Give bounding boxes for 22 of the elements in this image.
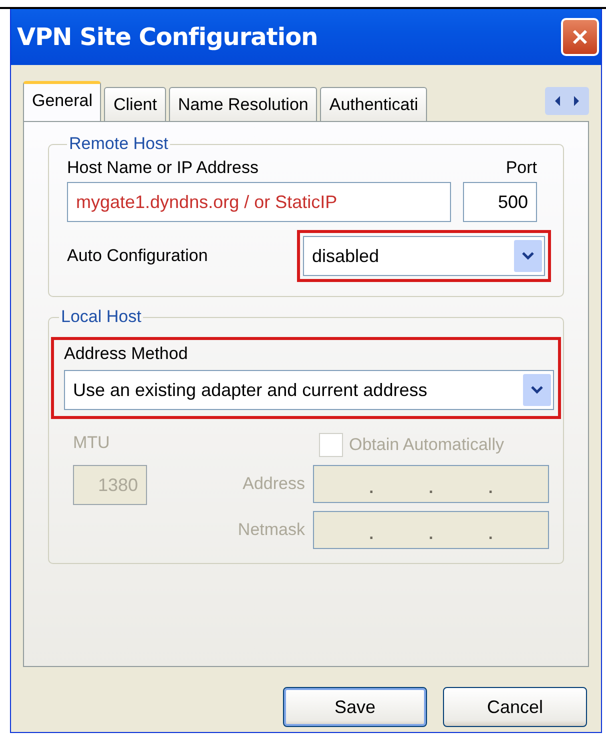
- field-label: Netmask: [238, 520, 305, 540]
- host-input-field[interactable]: mygate1.dyndns.org / or StaticIP: [67, 182, 451, 222]
- group-title: Local Host: [60, 307, 142, 327]
- tab[interactable]: Authenticati: [320, 87, 428, 121]
- field-label: Host Name or IP Address: [67, 158, 258, 178]
- field-label: Auto Configuration: [67, 246, 208, 266]
- field-label: Port: [506, 158, 537, 178]
- dialog-button[interactable]: Save: [283, 687, 427, 727]
- dialog-button[interactable]: Cancel: [443, 687, 587, 727]
- tab[interactable]: Name Resolution: [168, 87, 318, 121]
- port-input-field[interactable]: 500: [463, 182, 537, 222]
- tab-scroll-buttons[interactable]: [545, 87, 589, 115]
- tab[interactable]: General: [23, 81, 102, 121]
- dropdown[interactable]: Use an existing adapter and current address: [64, 370, 554, 410]
- field-label: MTU: [73, 433, 111, 453]
- group-title: Remote Host: [68, 134, 170, 154]
- dropdown[interactable]: disabled: [303, 236, 545, 276]
- close-button[interactable]: [561, 18, 599, 56]
- window-title: VPN Site Configuration: [17, 23, 318, 51]
- field-label: Address Method: [64, 344, 189, 364]
- field-label: Address: [242, 474, 305, 494]
- tab[interactable]: Client: [104, 87, 166, 121]
